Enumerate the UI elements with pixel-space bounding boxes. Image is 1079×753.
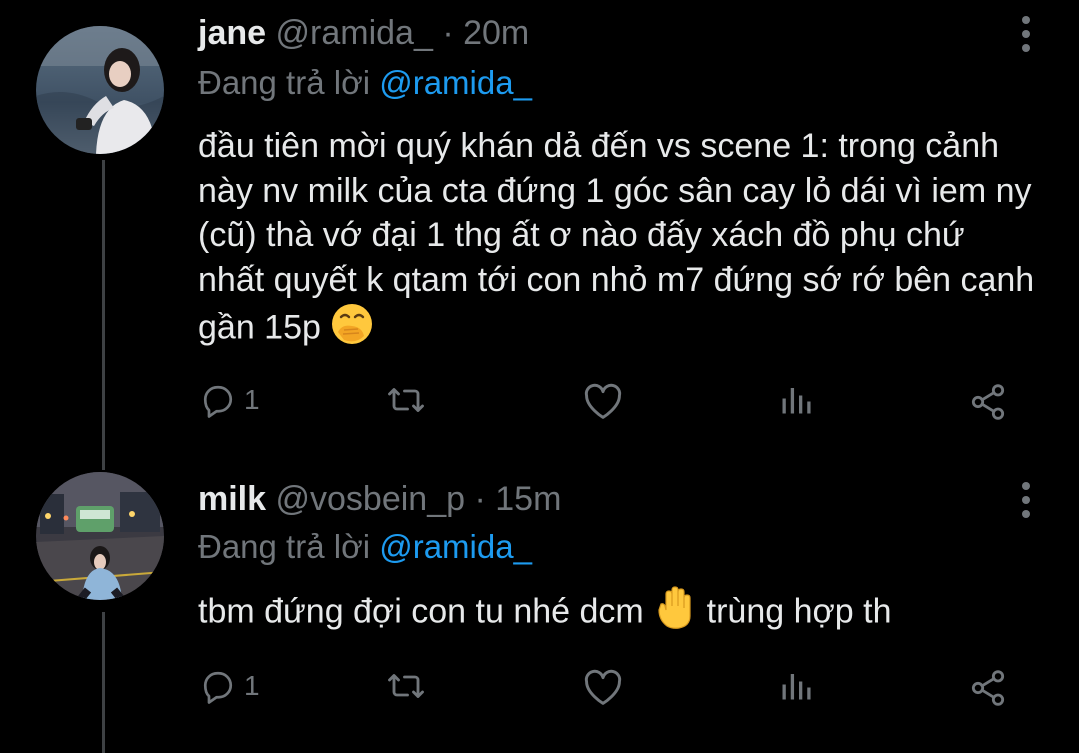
- avatar-milk[interactable]: [36, 472, 164, 600]
- replying-to-label: Đang trả lời: [198, 64, 371, 101]
- more-icon[interactable]: [1020, 16, 1032, 52]
- analytics-icon: [782, 674, 811, 700]
- separator-dot: ·: [442, 14, 454, 52]
- tweet-header: milk @vosbein_p · 15m: [198, 480, 561, 519]
- share-icon: [971, 670, 1005, 706]
- replying-to: Đang trả lời @ramida_: [198, 64, 532, 102]
- separator-dot: ·: [474, 480, 486, 518]
- reply-count: 1: [244, 670, 260, 701]
- share-button[interactable]: [968, 382, 1008, 422]
- tweet-actions: 1: [0, 382, 1079, 422]
- analytics-button[interactable]: [778, 668, 814, 704]
- face-with-hand-over-mouth-icon: [330, 302, 374, 358]
- like-button[interactable]: [582, 668, 624, 706]
- raised-hand-icon: [653, 586, 697, 642]
- reply-count: 1: [244, 384, 260, 415]
- display-name[interactable]: jane: [198, 14, 266, 52]
- reply-icon: [203, 385, 233, 418]
- timestamp[interactable]: 15m: [495, 480, 561, 518]
- tweet-text-after: trùng hợp th: [706, 592, 892, 631]
- user-handle[interactable]: @vosbein_p: [276, 480, 466, 518]
- like-icon: [584, 669, 622, 705]
- reply-button[interactable]: 1: [200, 382, 260, 418]
- tweet-jane[interactable]: jane @ramida_ · 20m Đang trả lời @ramida…: [0, 0, 1079, 470]
- user-handle[interactable]: @ramida_: [276, 14, 433, 52]
- display-name[interactable]: milk: [198, 480, 266, 518]
- replying-to-label: Đang trả lời: [198, 528, 371, 565]
- share-icon: [971, 384, 1005, 420]
- more-icon[interactable]: [1020, 482, 1032, 518]
- mention-link[interactable]: @ramida_: [379, 528, 532, 565]
- retweet-button[interactable]: [386, 668, 426, 704]
- tweet-actions: 1: [0, 668, 1079, 708]
- reply-icon: [203, 671, 233, 704]
- analytics-icon: [782, 388, 811, 414]
- like-icon: [584, 383, 622, 419]
- retweet-icon: [388, 674, 424, 698]
- mention-link[interactable]: @ramida_: [379, 64, 532, 101]
- share-button[interactable]: [968, 668, 1008, 708]
- like-button[interactable]: [582, 382, 624, 420]
- replying-to: Đang trả lời @ramida_: [198, 528, 532, 566]
- tweet-text-before: tbm đứng đợi con tu nhé dcm: [198, 592, 644, 631]
- retweet-icon: [388, 388, 424, 412]
- tweet-header: jane @ramida_ · 20m: [198, 14, 529, 53]
- avatar-jane[interactable]: [36, 26, 164, 154]
- tweet-text: đầu tiên mời quý khán dả đến vs scene 1:…: [198, 124, 1038, 358]
- timestamp[interactable]: 20m: [463, 14, 529, 52]
- analytics-button[interactable]: [778, 382, 814, 418]
- retweet-button[interactable]: [386, 382, 426, 418]
- tweet-milk[interactable]: milk @vosbein_p · 15m Đang trả lời @rami…: [0, 470, 1079, 753]
- tweet-text-content: đầu tiên mời quý khán dả đến vs scene 1:…: [198, 127, 1035, 347]
- reply-button[interactable]: 1: [200, 668, 260, 704]
- tweet-text: tbm đứng đợi con tu nhé dcm trùng hợp th: [198, 586, 1038, 642]
